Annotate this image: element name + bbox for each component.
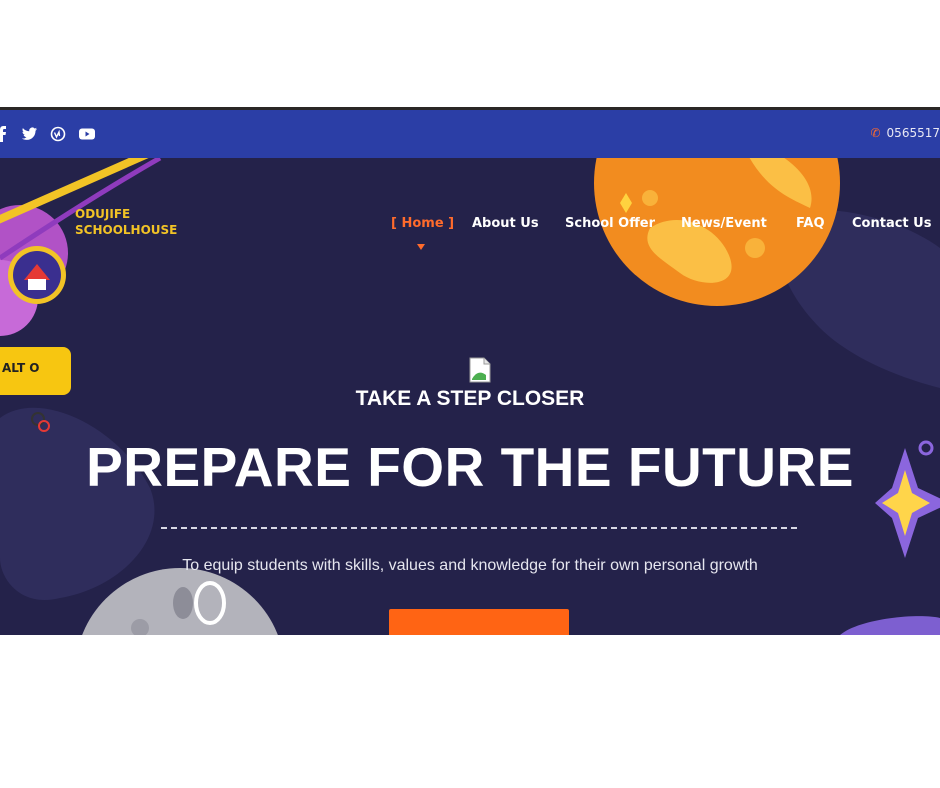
nav-about-us[interactable]: About Us [472, 216, 539, 231]
twitter-icon[interactable] [20, 126, 38, 142]
purple-planet [0, 158, 162, 336]
hero-tagline: To equip students with skills, values an… [182, 557, 758, 574]
nav-faq[interactable]: FAQ [796, 216, 825, 231]
phone-contact[interactable]: ✆ 0565517 [870, 126, 940, 140]
nav-contact-us[interactable]: Contact Us [852, 216, 931, 231]
phone-icon: ✆ [870, 126, 881, 140]
nav-news-event[interactable]: News/Event [681, 216, 767, 231]
active-nav-indicator [417, 244, 425, 250]
logo-line-1: ODUJIFE [75, 207, 131, 221]
website-screenshot: ✆ 0565517 ODUJIFE SCHOOLHOUSE [Home] A… [0, 107, 940, 635]
vimeo-icon[interactable] [49, 126, 67, 142]
phone-number: 0565517 [886, 126, 940, 140]
cta-button[interactable] [389, 609, 569, 635]
logo-line-2: SCHOOLHOUSE [75, 223, 178, 237]
badge-text: ALT O [2, 361, 40, 375]
hero-eyebrow: TAKE A STEP CLOSER [355, 387, 585, 410]
school-logo-text[interactable]: ODUJIFE SCHOOLHOUSE [75, 206, 177, 238]
dashed-divider [161, 527, 797, 529]
nav-school-offer[interactable]: School Offer [565, 216, 655, 231]
broken-image-icon [469, 357, 491, 383]
hero-headline: PREPARE FOR THE FUTURE [86, 436, 854, 498]
facebook-icon[interactable] [0, 126, 12, 142]
top-bar: ✆ 0565517 [0, 110, 940, 158]
youtube-icon[interactable] [78, 126, 96, 142]
school-logo-emblem [8, 246, 66, 304]
nav-home[interactable]: [ Home ] [391, 216, 454, 231]
